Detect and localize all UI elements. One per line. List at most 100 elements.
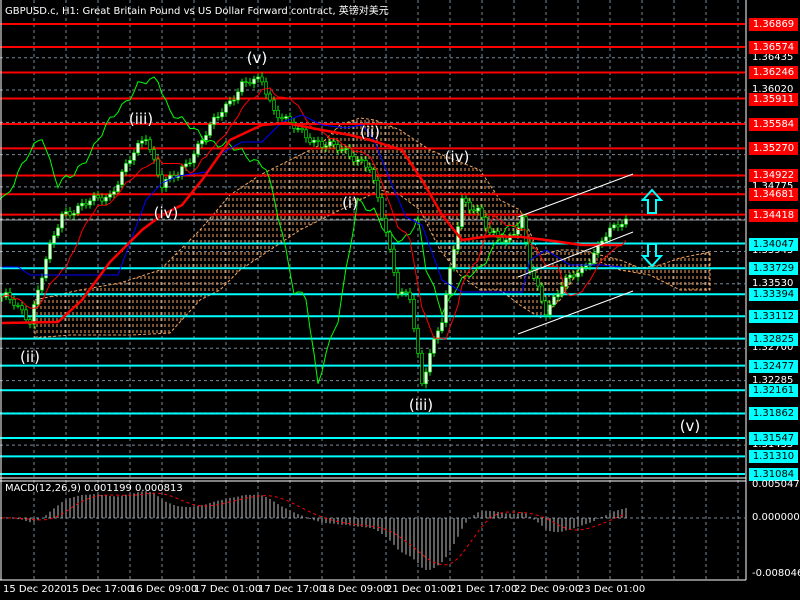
macd-max-label: 0.005047: [752, 479, 800, 490]
candle-body: [232, 99, 236, 102]
candle-body: [196, 143, 200, 155]
wave-label: (iii): [408, 396, 434, 414]
candle-body: [552, 296, 556, 306]
candle-body: [280, 117, 284, 119]
candle-body: [504, 239, 508, 243]
candle-body: [204, 135, 208, 141]
candle-body: [12, 299, 16, 306]
candle-body: [500, 237, 504, 243]
candle-body: [152, 149, 156, 160]
candle-body: [536, 277, 540, 287]
candle-body: [576, 272, 580, 278]
support-price-label: 1.33112: [749, 310, 798, 324]
candle-body: [344, 148, 348, 150]
support-price-label: 1.33394: [749, 288, 798, 302]
time-label: 17 Dec 17:00: [258, 584, 326, 595]
candle-body: [616, 224, 620, 228]
candle-body: [76, 205, 80, 214]
candle-body: [100, 197, 104, 202]
resistance-price-label: 1.35584: [749, 117, 798, 131]
candle-body: [260, 76, 264, 83]
candle-body: [184, 163, 188, 167]
candle-body: [612, 224, 616, 229]
support-price-label: 1.31310: [749, 450, 798, 464]
candle-body: [592, 252, 596, 264]
candle-body: [312, 139, 316, 143]
candle-body: [408, 291, 412, 300]
price-levels: [0, 23, 745, 475]
candle-body: [212, 116, 216, 125]
candle-body: [228, 100, 232, 105]
candle-body: [620, 224, 624, 228]
candle-body: [248, 82, 252, 85]
support-price-label: 1.32825: [749, 332, 798, 346]
candle-body: [216, 116, 220, 119]
candle-body: [412, 299, 416, 329]
resistance-price-label: 1.35911: [749, 92, 798, 106]
candle-body: [432, 338, 436, 354]
candle-body: [492, 230, 496, 233]
wave-label: (v): [246, 49, 268, 67]
down-arrow-icon: [640, 243, 664, 268]
candle-body: [624, 218, 628, 225]
candle-body: [444, 294, 448, 323]
candle-body: [236, 91, 240, 101]
candle-body: [560, 286, 564, 295]
candle-body: [404, 291, 408, 294]
candle-body: [480, 207, 484, 218]
candle-body: [484, 216, 488, 229]
candle-body: [64, 211, 68, 215]
candle-body: [440, 322, 444, 332]
time-label: 17 Dec 01:00: [194, 584, 262, 595]
candle-body: [128, 160, 132, 164]
candle-body: [60, 213, 64, 229]
support-price-label: 1.32477: [749, 359, 798, 373]
wave-label: (ii): [19, 348, 41, 366]
candle-body: [428, 352, 432, 373]
channel-line: [517, 173, 634, 218]
time-label: 22 Dec 09:00: [514, 584, 582, 595]
candle-body: [604, 236, 608, 242]
candle-body: [316, 139, 320, 142]
candle-body: [452, 249, 456, 269]
candle-body: [584, 265, 588, 268]
candle-body: [52, 235, 56, 244]
support-price-label: 1.33729: [749, 262, 798, 276]
candle-body: [580, 267, 584, 274]
candle-body: [320, 141, 324, 148]
candle-body: [200, 140, 204, 145]
price-chart[interactable]: [0, 0, 800, 600]
candle-body: [264, 81, 268, 95]
candle-body: [512, 234, 516, 236]
candle-body: [116, 184, 120, 192]
candle-body: [384, 218, 388, 233]
candle-body: [460, 198, 464, 227]
time-label: 15 Dec 2020: [3, 584, 67, 595]
time-label: 23 Dec 01:00: [578, 584, 646, 595]
candle-body: [136, 142, 140, 154]
candle-body: [368, 166, 372, 170]
support-price-label: 1.31862: [749, 407, 798, 421]
candle-body: [132, 152, 136, 161]
candle-body: [528, 241, 532, 271]
candles: [0, 72, 628, 389]
candle-body: [376, 179, 380, 198]
time-label: 16 Dec 09:00: [130, 584, 198, 595]
candle-body: [272, 99, 276, 111]
candle-body: [468, 201, 472, 211]
candle-body: [192, 153, 196, 164]
candle-body: [348, 148, 352, 157]
candle-body: [532, 270, 536, 279]
candle-body: [180, 166, 184, 176]
wave-label: (iii): [128, 110, 154, 128]
candle-body: [268, 93, 272, 101]
candle-body: [396, 272, 400, 295]
candle-body: [208, 124, 212, 136]
macd-min-label: -0.008046: [752, 568, 800, 579]
candle-body: [220, 112, 224, 118]
candle-body: [300, 128, 304, 131]
candle-body: [336, 144, 340, 151]
candle-body: [464, 198, 468, 203]
candle-body: [392, 248, 396, 273]
candle-body: [296, 128, 300, 130]
